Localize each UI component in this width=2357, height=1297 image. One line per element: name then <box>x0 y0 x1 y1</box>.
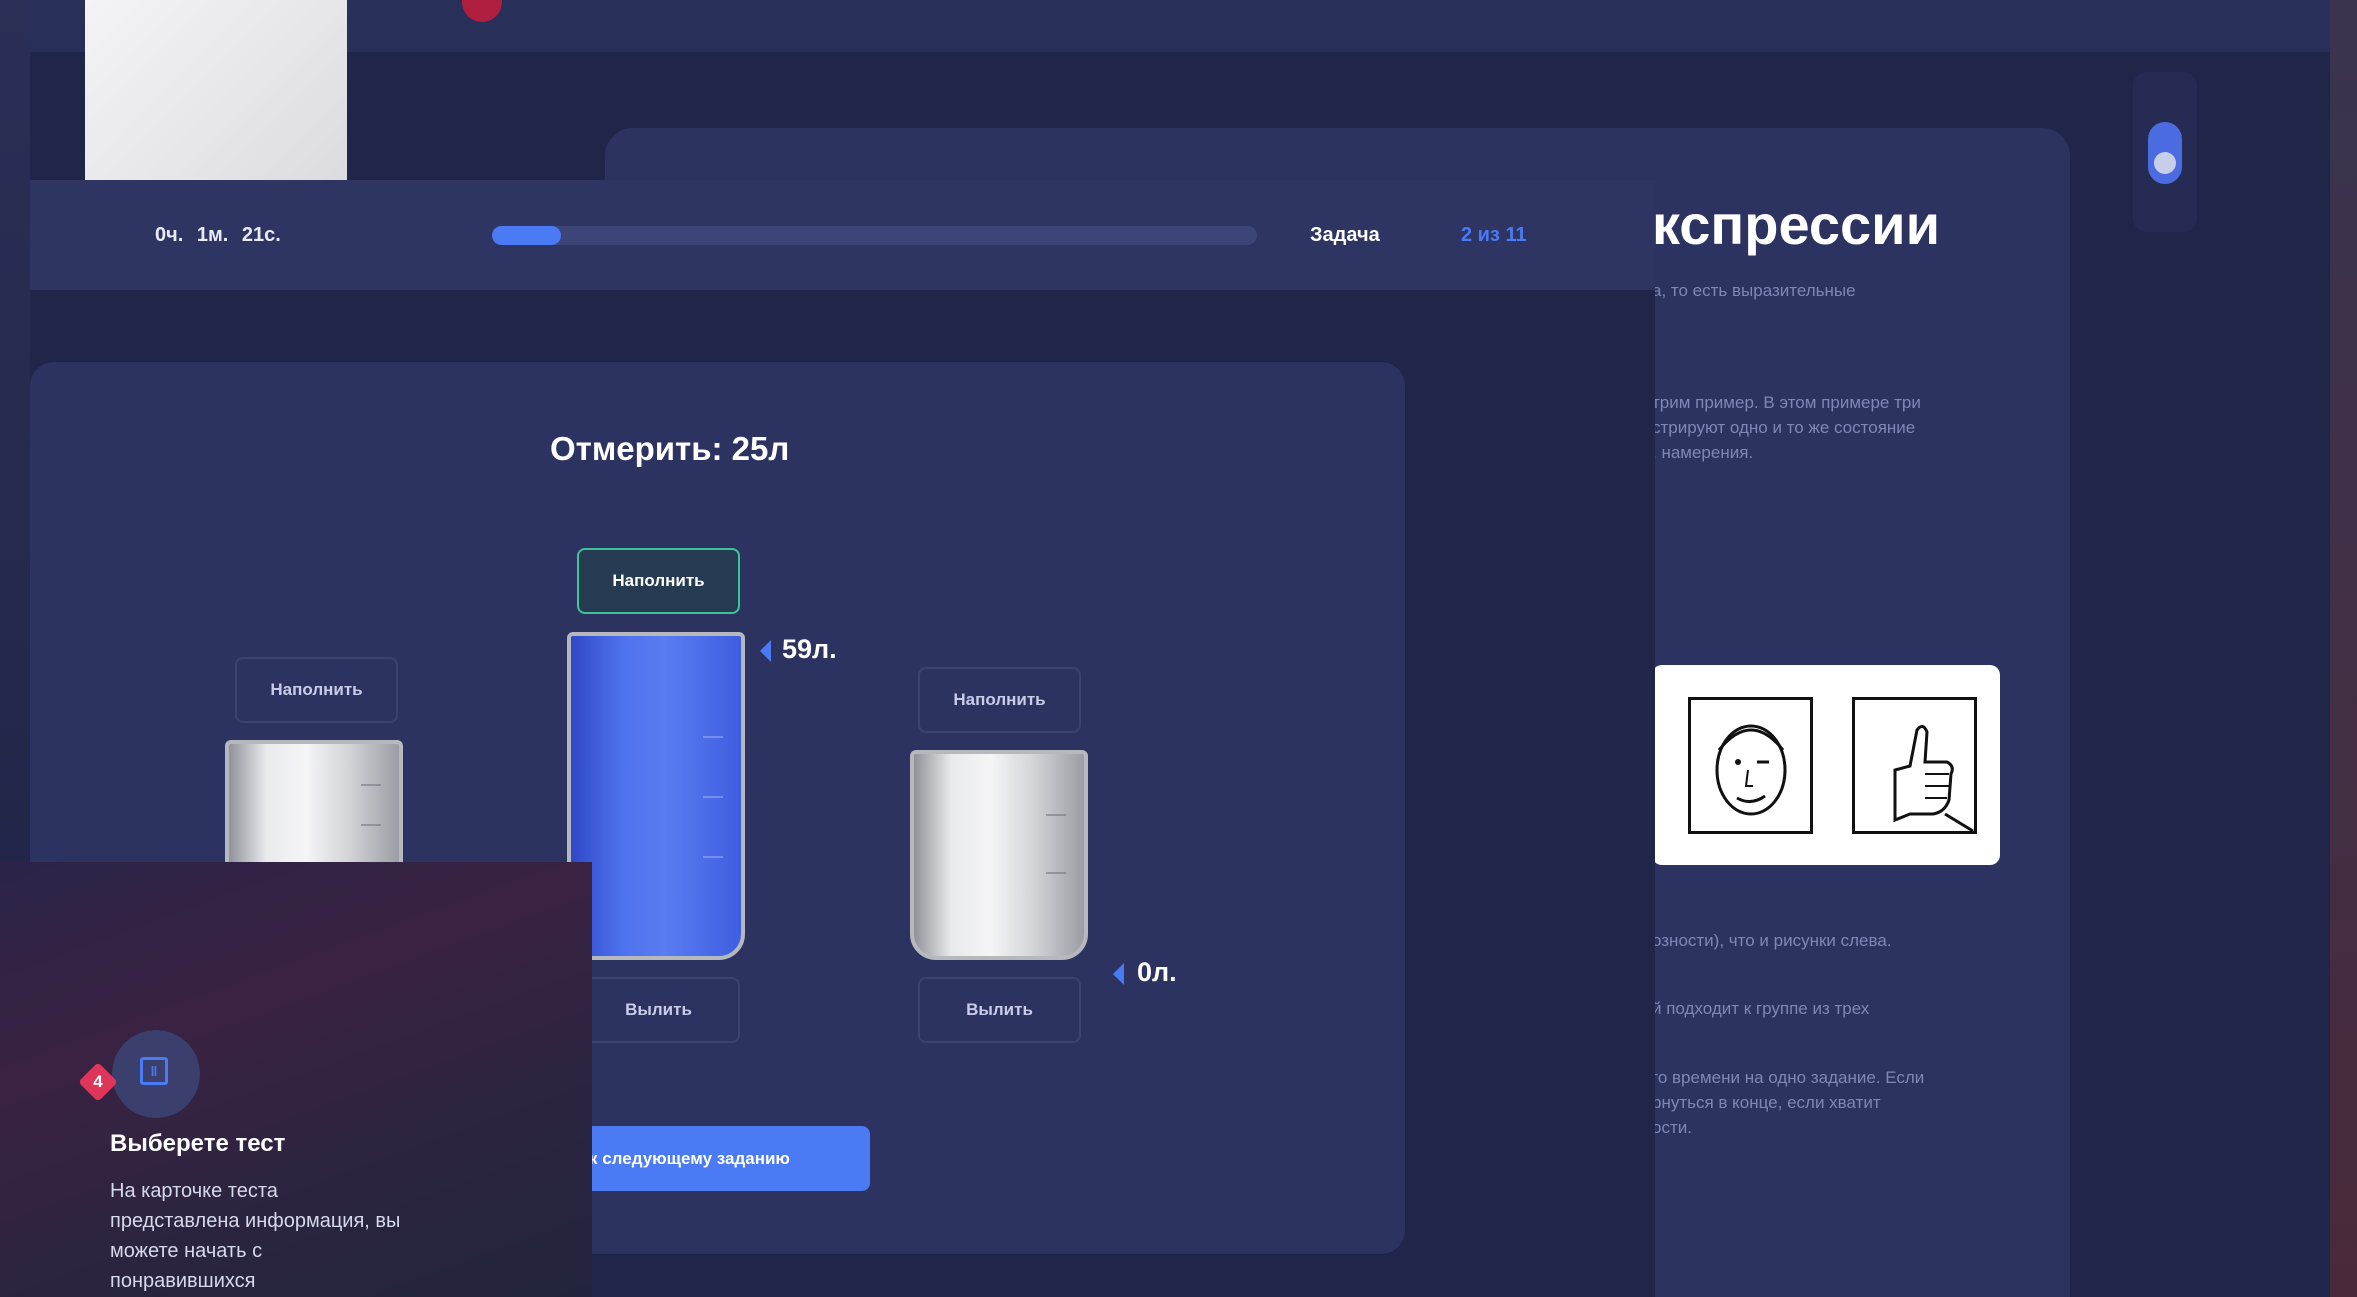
example-images-card <box>1652 665 2000 865</box>
game-title: Отмерить: 25л <box>550 430 790 467</box>
instructions-line: ости. <box>1652 1118 1692 1137</box>
next-task-button[interactable]: к следующему заданию <box>585 1126 870 1191</box>
test-card-icon: ‖ <box>112 1030 200 1118</box>
face-drawing-image <box>1688 697 1813 834</box>
task-progress-fill <box>492 226 561 245</box>
background-card-image <box>85 0 347 180</box>
fill-button-vessel-2[interactable]: Наполнить <box>577 548 740 614</box>
task-counter: 2 из 11 <box>1461 224 1527 246</box>
right-edge-strip <box>2330 0 2357 1297</box>
vessel-3[interactable] <box>910 750 1088 960</box>
pour-button-vessel-3[interactable]: Вылить <box>918 977 1081 1043</box>
instructions-line: трим пример. В этом примере три <box>1652 393 1921 412</box>
instructions-line: озности), что и рисунки слева. <box>1652 931 1892 950</box>
instructions-line: й подходит к группе из трех <box>1652 999 1870 1018</box>
task-progress-bar <box>492 226 1257 245</box>
pour-button-vessel-2[interactable]: Вылить <box>577 977 740 1043</box>
app-header-background <box>0 0 2330 52</box>
instructions-line: , намерения. <box>1652 443 1754 462</box>
thumbs-up-drawing-image <box>1852 697 1977 834</box>
task-label: Задача <box>1310 224 1380 246</box>
level-pointer-icon <box>1113 963 1124 985</box>
fill-button-vessel-3[interactable]: Наполнить <box>918 667 1081 733</box>
fill-button-vessel-1[interactable]: Наполнить <box>235 657 398 723</box>
instructions-line: го времени на одно задание. Если <box>1652 1068 1925 1087</box>
vessel-2-level: 59л. <box>782 634 837 664</box>
elapsed-timer: 0ч. 1м. 21с. <box>155 224 281 246</box>
instructions-line: а, то есть выразительные <box>1652 281 1856 300</box>
vessel-3-level: 0л. <box>1137 957 1177 987</box>
instructions-line: стрируют одно и то же состояние <box>1652 418 1916 437</box>
onboarding-text: На карточке теста представлена информаци… <box>110 1180 401 1292</box>
onboarding-title: Выберете тест <box>110 1130 286 1157</box>
vessel-2[interactable] <box>567 632 745 960</box>
instructions-line: рнуться в конце, если хватит <box>1652 1093 1881 1112</box>
toggle-knob[interactable] <box>2154 152 2176 174</box>
theme-toggle[interactable] <box>2133 72 2197 232</box>
level-pointer-icon <box>760 640 771 662</box>
instructions-title: кспрессии <box>1652 193 1941 256</box>
toggle-track[interactable] <box>2148 122 2182 184</box>
step-number: 4 <box>93 1072 103 1091</box>
